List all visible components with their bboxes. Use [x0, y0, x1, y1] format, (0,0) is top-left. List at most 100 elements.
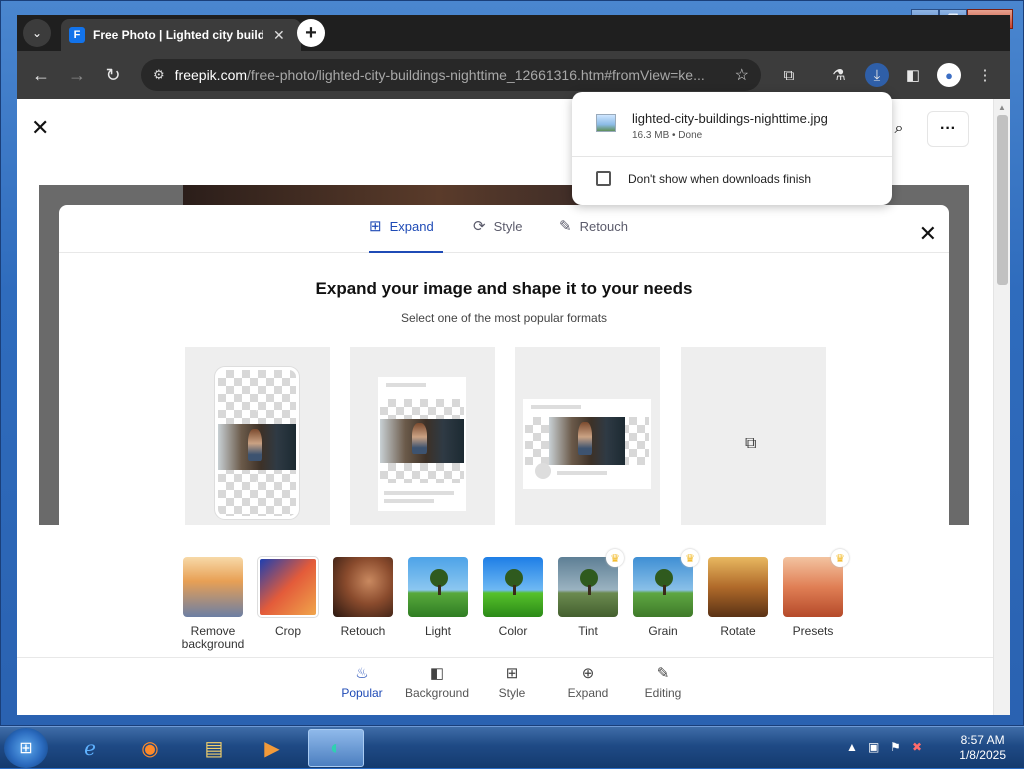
url-text[interactable]: freepik.com/free-photo/lighted-city-buil… [175, 67, 715, 83]
internet-explorer-icon[interactable]: ℯ [62, 729, 118, 767]
start-button[interactable]: ⊞ [4, 728, 48, 768]
media-player-icon[interactable]: ▶ [244, 729, 300, 767]
page-scrollbar[interactable]: ▲ [993, 99, 1010, 715]
labs-icon[interactable]: ⚗ [827, 63, 851, 87]
popular-icon: ♨ [355, 665, 369, 682]
file-explorer-icon[interactable]: ▤ [186, 729, 242, 767]
scroll-thumb[interactable] [997, 115, 1008, 285]
tool-tint[interactable]: ♛ Tint [548, 549, 628, 638]
site-info-icon[interactable]: ⚙ [153, 67, 165, 83]
bottom-tab-expand[interactable]: ⊕ Expand [548, 664, 628, 700]
extensions-icon[interactable]: ⧉ [777, 63, 801, 87]
tool-label: Light [424, 624, 452, 638]
dont-show-checkbox[interactable] [596, 171, 611, 186]
tab-retouch[interactable]: ✎ Retouch [559, 217, 628, 235]
tool-label: Remove background [181, 624, 245, 651]
tab-style[interactable]: ⟳ Style [473, 217, 522, 235]
tool-label: Presets [792, 624, 834, 638]
tab-expand[interactable]: ⊞ Expand [369, 217, 434, 235]
bottom-tab-popular[interactable]: ♨ Popular [322, 664, 402, 700]
editing-icon: ✎ [656, 665, 670, 682]
rotate-thumbnail [708, 557, 768, 617]
download-filename[interactable]: lighted-city-buildings-nighttime.jpg [632, 111, 828, 126]
tool-light[interactable]: Light [398, 557, 478, 638]
format-card-custom[interactable]: ⧉ [681, 347, 826, 525]
taskbar: ⊞ ℯ ◉ ▤ ▶ ◐ ▲ ▣ ⚑ ✖ 8:57 AM 1/8/2025 [0, 726, 1024, 768]
tint-thumbnail: ♛ [558, 549, 624, 617]
bottom-tab-background[interactable]: ◧ Background [397, 664, 477, 700]
tool-label: Retouch [340, 624, 386, 638]
expand-icon: ⊞ [369, 218, 382, 235]
landscape-mockup [523, 399, 651, 489]
back-button[interactable]: ← [29, 63, 53, 87]
format-card-landscape[interactable] [515, 347, 660, 525]
bottom-category-tabs: ♨ Popular ◧ Background ⊞ Style ⊕ Expand … [17, 657, 993, 715]
expand-modal: ⊞ Expand ⟳ Style ✎ Retouch ✕ Expand your… [59, 205, 949, 525]
bottom-tab-editing[interactable]: ✎ Editing [623, 664, 703, 700]
tool-label: Color [498, 624, 528, 638]
tab-search-button[interactable]: ⌄ [23, 19, 51, 47]
new-tab-button[interactable]: + [297, 19, 325, 47]
format-card-story[interactable]: ↑ ↓ [185, 347, 330, 525]
modal-close-icon[interactable]: ✕ [919, 221, 937, 247]
expand-plus-icon: ⊕ [581, 665, 595, 682]
style-icon: ⟳ [473, 218, 486, 235]
tab-close-icon[interactable]: ✕ [273, 27, 285, 44]
address-bar[interactable]: ⚙ freepik.com/free-photo/lighted-city-bu… [141, 59, 761, 91]
tool-grain[interactable]: ♛ Grain [623, 549, 703, 638]
image-file-icon [596, 114, 616, 132]
dont-show-checkbox-label[interactable]: Don't show when downloads finish [628, 172, 811, 186]
tool-label: Grain [648, 624, 678, 638]
bookmark-star-icon[interactable]: ☆ [735, 65, 749, 85]
remove-background-thumbnail [183, 557, 243, 617]
clock[interactable]: 8:57 AM 1/8/2025 [959, 733, 1006, 763]
forward-button[interactable]: → [65, 63, 89, 87]
profile-icon[interactable]: ● [937, 63, 961, 87]
tool-label: Rotate [720, 624, 756, 638]
tool-rotate[interactable]: Rotate [698, 557, 778, 638]
modal-heading: Expand your image and shape it to your n… [315, 279, 693, 298]
tool-color[interactable]: Color [473, 557, 553, 638]
tool-presets[interactable]: ♛ Presets [773, 549, 853, 638]
page-close-icon[interactable]: ✕ [31, 115, 49, 141]
post-mockup [378, 377, 466, 511]
phone-mockup: ↑ ↓ [215, 367, 299, 519]
tools-row: Remove background Crop Retouch Light Col… [17, 537, 993, 657]
reload-button[interactable]: ↻ [101, 63, 125, 87]
modal-subheading: Select one of the most popular formats [400, 311, 608, 325]
menu-icon[interactable]: ⋮ [973, 63, 997, 87]
sidepanel-icon[interactable]: ◧ [901, 63, 925, 87]
style-grid-icon: ⊞ [505, 665, 519, 682]
tool-label: Tint [578, 624, 598, 638]
tab-strip: ⌄ F Free Photo | Lighted city buildi ✕ + [17, 15, 1010, 51]
clock-date: 1/8/2025 [959, 748, 1006, 762]
downloads-icon[interactable]: ⤓ [865, 63, 889, 87]
scroll-up-arrow-icon[interactable]: ▲ [998, 103, 1006, 112]
freepik-favicon-icon: F [69, 27, 85, 43]
firefox-icon[interactable]: ◉ [122, 729, 178, 767]
chrome-icon[interactable]: ◐ [308, 729, 364, 767]
download-status: 16.3 MB • Done [632, 130, 703, 141]
tool-retouch[interactable]: Retouch [323, 557, 403, 638]
active-tab[interactable]: F Free Photo | Lighted city buildi ✕ [61, 19, 301, 51]
tool-crop[interactable]: Crop [248, 556, 328, 638]
system-tray: ▲ ▣ ⚑ ✖ 8:57 AM 1/8/2025 [824, 727, 1024, 769]
volume-muted-icon[interactable]: ✖ [912, 740, 922, 754]
presets-thumbnail: ♛ [783, 549, 849, 617]
format-card-post[interactable] [350, 347, 495, 525]
bottom-tab-style[interactable]: ⊞ Style [472, 664, 552, 700]
tray-expand-arrow-icon[interactable]: ▲ [846, 740, 858, 754]
page-more-button[interactable]: ··· [927, 111, 969, 147]
tool-remove-background[interactable]: Remove background [173, 557, 253, 651]
crop-thumbnail [257, 556, 319, 618]
network-icon[interactable]: ▣ [868, 740, 879, 754]
retouch-icon: ✎ [559, 218, 572, 235]
downloads-bubble: lighted-city-buildings-nighttime.jpg 16.… [572, 92, 892, 205]
action-center-flag-icon[interactable]: ⚑ [890, 740, 901, 754]
active-tab-indicator [369, 251, 443, 253]
premium-crown-icon: ♛ [831, 549, 849, 567]
tab-title: Free Photo | Lighted city buildi [93, 28, 263, 42]
tool-label: Crop [274, 624, 301, 638]
clock-time: 8:57 AM [960, 733, 1005, 747]
premium-crown-icon: ♛ [606, 549, 624, 567]
